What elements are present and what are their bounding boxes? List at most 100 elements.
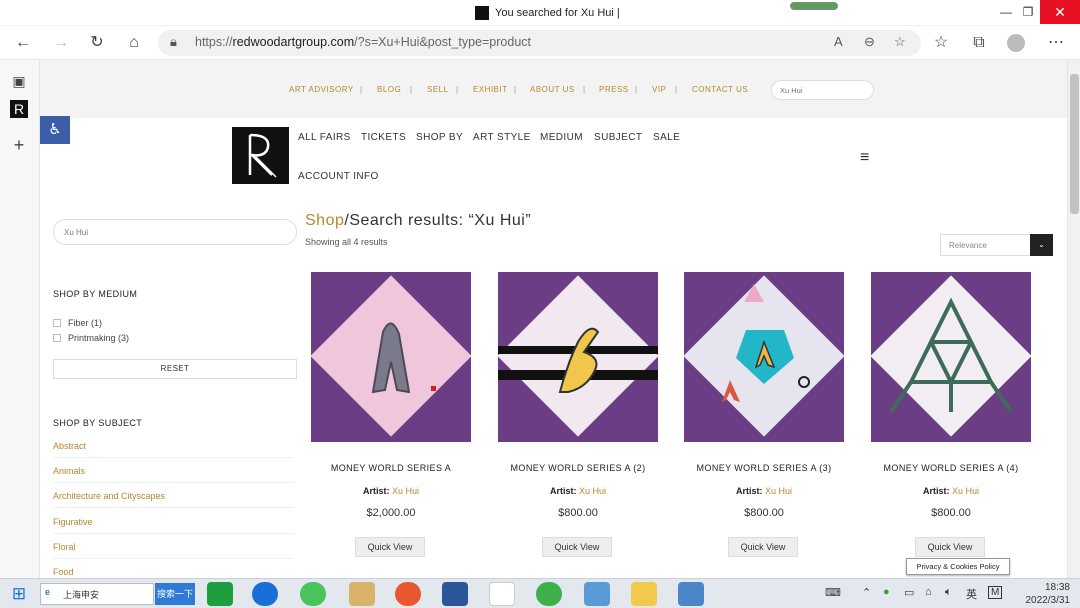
nav-contact-us[interactable]: CONTACT US — [692, 85, 748, 94]
product-card[interactable]: MONEY WORLD SERIES A Artist: Xu Hui $2,0… — [311, 272, 471, 562]
ime-mode-icon[interactable]: M — [988, 586, 1003, 599]
ie-browser-icon[interactable] — [536, 582, 562, 606]
product-name[interactable]: MONEY WORLD SERIES A (2) — [498, 463, 658, 473]
quick-view-button[interactable]: Quick View — [915, 537, 985, 557]
volume-icon[interactable]: 🔈︎ — [945, 586, 952, 599]
file-explorer-icon[interactable] — [631, 582, 657, 606]
nav-about-us[interactable]: ABOUT US — [530, 85, 575, 94]
product-image[interactable] — [871, 272, 1031, 442]
product-card[interactable]: MONEY WORLD SERIES A (4) Artist: Xu Hui … — [871, 272, 1031, 562]
artist-link[interactable]: Xu Hui — [392, 486, 419, 496]
favorites-icon[interactable]: ☆ — [930, 32, 952, 54]
scroll-thumb[interactable] — [1070, 74, 1079, 214]
scrollbar[interactable] — [1067, 60, 1080, 578]
zoom-icon[interactable]: ⊖ — [864, 34, 875, 50]
keyboard-icon[interactable]: ⌨ — [825, 586, 841, 599]
edge-icon[interactable] — [252, 582, 278, 606]
subject-animals[interactable]: Animals — [53, 466, 293, 483]
store-icon[interactable] — [207, 582, 233, 606]
add-favorite-icon[interactable]: ☆ — [894, 34, 906, 50]
window-title: You searched for Xu Hui | — [495, 7, 620, 19]
wechat-icon[interactable] — [300, 582, 326, 606]
browser-icon[interactable] — [395, 582, 421, 606]
battery-icon[interactable]: ▭ — [904, 586, 914, 599]
more-icon[interactable]: ⋯ — [1045, 32, 1067, 54]
header-search-input[interactable]: Xu Hui — [771, 80, 874, 100]
product-image[interactable] — [498, 272, 658, 442]
reset-button[interactable]: RESET — [53, 359, 297, 379]
checkbox[interactable] — [53, 334, 61, 342]
baidu-netdisk-icon[interactable] — [489, 582, 515, 606]
subject-floral[interactable]: Floral — [53, 542, 293, 559]
subject-figurative[interactable]: Figurative — [53, 517, 293, 534]
nav-press[interactable]: PRESS — [599, 85, 629, 94]
product-card[interactable]: MONEY WORLD SERIES A (2) Artist: Xu Hui … — [498, 272, 658, 562]
ime-indicator[interactable]: 英 — [966, 586, 977, 602]
subject-abstract[interactable]: Abstract — [53, 441, 293, 458]
accessibility-icon[interactable]: ♿︎ — [40, 116, 70, 144]
home-icon[interactable]: ⌂ — [123, 32, 145, 54]
product-image[interactable] — [311, 272, 471, 442]
menu-all-fairs[interactable]: ALL FAIRS — [298, 132, 351, 143]
nav-sell[interactable]: SELL — [427, 85, 449, 94]
menu-subject[interactable]: SUBJECT — [594, 132, 642, 143]
collections-icon[interactable]: ⧉ — [968, 32, 990, 54]
forward-icon[interactable]: → — [50, 32, 72, 54]
menu-sale[interactable]: SALE — [653, 132, 680, 143]
product-name[interactable]: MONEY WORLD SERIES A (4) — [871, 463, 1031, 473]
menu-account-info[interactable]: ACCOUNT INFO — [298, 171, 379, 182]
tab-actions-icon[interactable]: ▣ — [10, 72, 28, 90]
filter-printmaking[interactable]: Printmaking (3) — [53, 333, 129, 343]
sidebar-search-input[interactable]: Xu Hui — [53, 219, 297, 245]
tray-chevron-icon[interactable]: ⌃ — [862, 586, 871, 599]
address-bar[interactable]: 🔒︎ https://redwoodartgroup.com/?s=Xu+Hui… — [158, 30, 921, 56]
control-panel-icon[interactable] — [584, 582, 610, 606]
product-card[interactable]: MONEY WORLD SERIES A (3) Artist: Xu Hui … — [684, 272, 844, 562]
new-tab-icon[interactable]: + — [10, 136, 28, 154]
product-name[interactable]: MONEY WORLD SERIES A (3) — [684, 463, 844, 473]
subject-food[interactable]: Food — [53, 567, 293, 578]
minimize-button[interactable]: — — [995, 3, 1017, 21]
quick-view-button[interactable]: Quick View — [728, 537, 798, 557]
back-icon[interactable]: ← — [12, 32, 34, 54]
artist-link[interactable]: Xu Hui — [765, 486, 792, 496]
nav-blog[interactable]: BLOG — [377, 85, 401, 94]
site-logo[interactable] — [232, 127, 289, 184]
breadcrumb-shop-link[interactable]: Shop — [305, 212, 344, 229]
chevron-down-icon[interactable]: ⌄ — [1030, 234, 1053, 256]
menu-medium[interactable]: MEDIUM — [540, 132, 583, 143]
nav-exhibit[interactable]: EXHIBIT — [473, 85, 508, 94]
photos-icon[interactable] — [678, 582, 704, 606]
artist-link[interactable]: Xu Hui — [579, 486, 606, 496]
cookie-policy-button[interactable]: Privacy & Cookies Policy — [906, 558, 1010, 575]
app-tray-icon[interactable]: ● — [883, 586, 890, 598]
product-name[interactable]: MONEY WORLD SERIES A — [311, 463, 471, 473]
product-image[interactable] — [684, 272, 844, 442]
url-text[interactable]: https://redwoodartgroup.com/?s=Xu+Hui&po… — [195, 35, 531, 49]
artist-link[interactable]: Xu Hui — [952, 486, 979, 496]
nav-art-advisory[interactable]: ART ADVISORY — [289, 85, 354, 94]
paint-icon[interactable] — [349, 582, 375, 606]
profile-avatar[interactable] — [1007, 34, 1025, 52]
filter-fiber[interactable]: Fiber (1) — [53, 318, 102, 328]
quick-view-button[interactable]: Quick View — [355, 537, 425, 557]
menu-art-style[interactable]: ART STYLE — [473, 132, 531, 143]
restore-button[interactable]: ❐ — [1017, 3, 1039, 21]
clock[interactable]: 18:38 2022/3/31 — [1010, 581, 1071, 607]
nav-vip[interactable]: VIP — [652, 85, 666, 94]
checkbox[interactable] — [53, 319, 61, 327]
read-aloud-icon[interactable]: A — [834, 34, 843, 49]
subject-architecture[interactable]: Architecture and Cityscapes — [53, 491, 293, 508]
menu-tickets[interactable]: TICKETS — [361, 132, 406, 143]
word-icon[interactable] — [442, 582, 468, 606]
ie-search-input[interactable]: e 上海申安 — [40, 583, 154, 605]
network-icon[interactable]: ⌂ — [925, 586, 932, 598]
hamburger-menu-icon[interactable]: ≡ — [860, 149, 869, 167]
search-button[interactable]: 搜索一下 — [155, 583, 195, 605]
windows-start-icon[interactable]: ⊞ — [8, 584, 30, 604]
close-button[interactable]: ✕ — [1040, 0, 1080, 24]
quick-view-button[interactable]: Quick View — [542, 537, 612, 557]
menu-shop-by[interactable]: SHOP BY — [416, 132, 463, 143]
site-tab-icon[interactable]: R — [10, 100, 28, 118]
refresh-icon[interactable]: ↻ — [86, 32, 108, 54]
